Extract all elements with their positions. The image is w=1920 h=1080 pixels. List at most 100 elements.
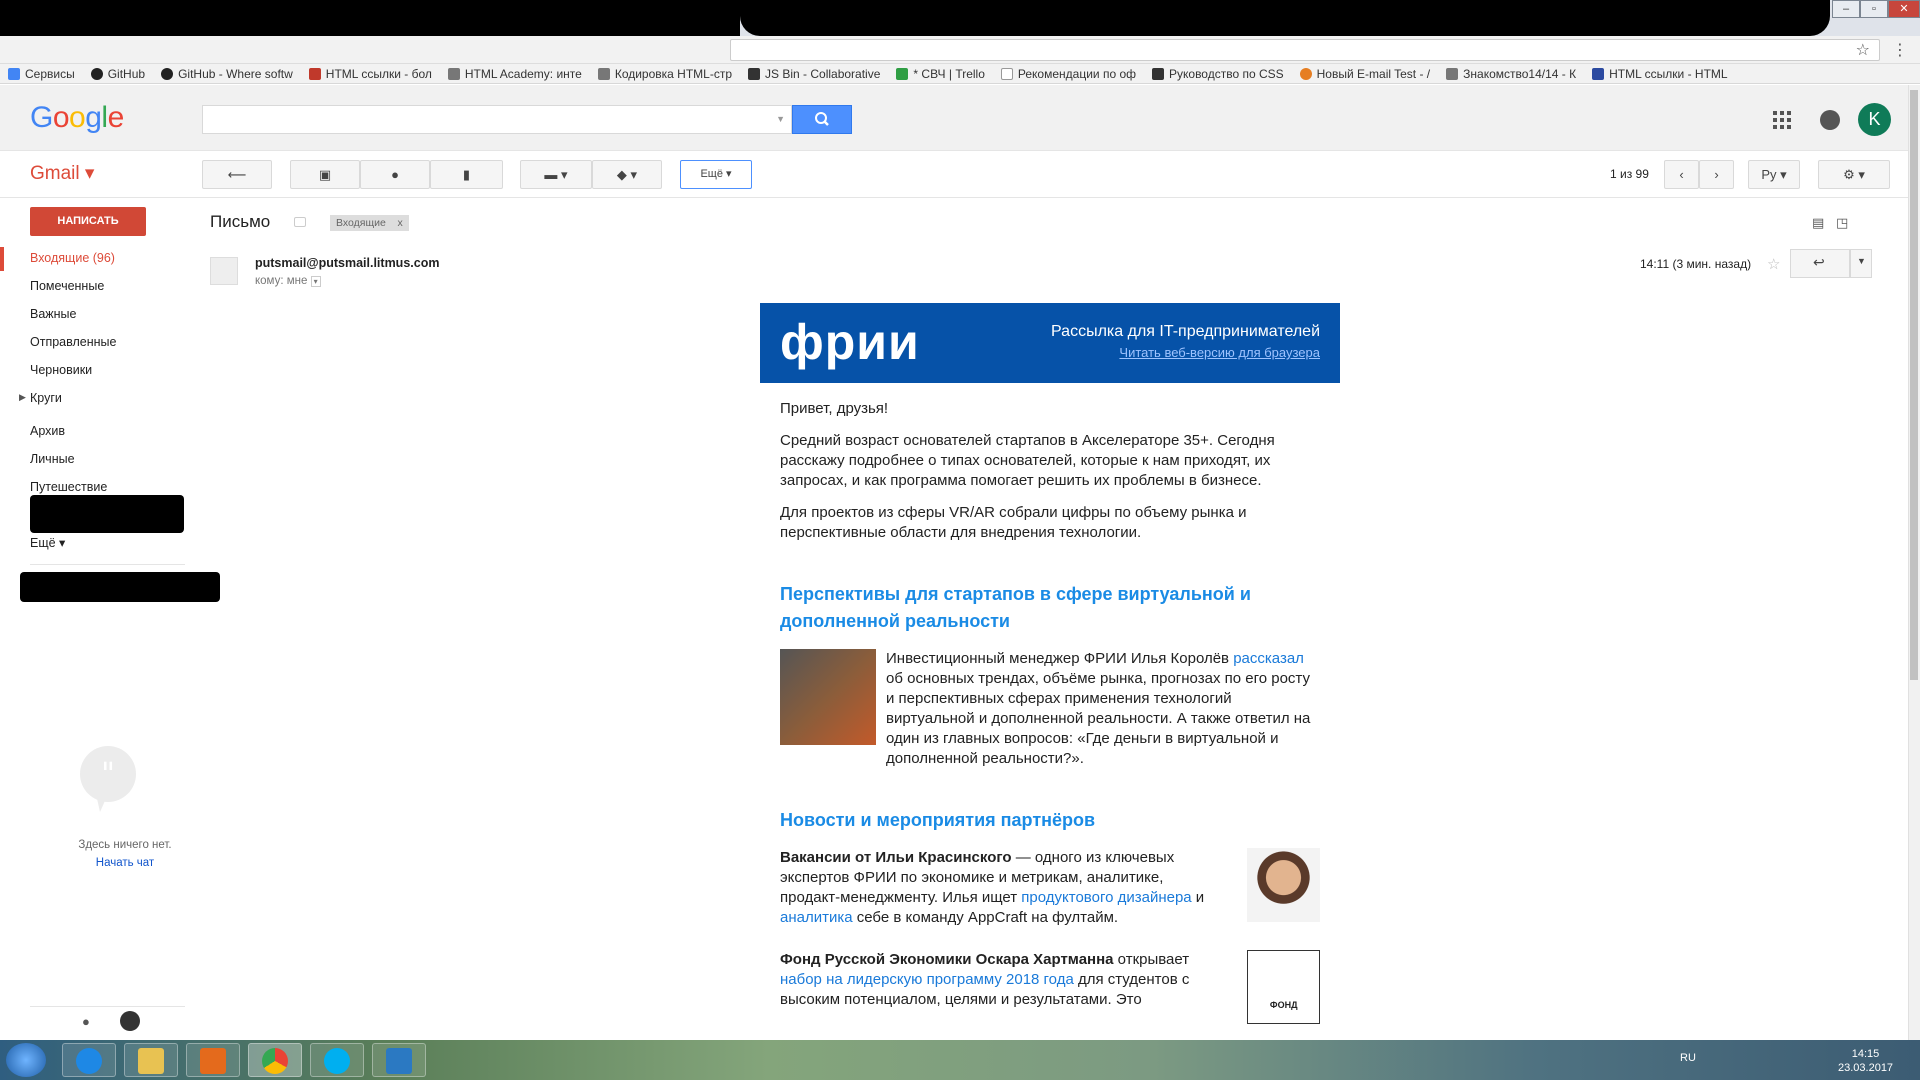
- sidebar-item-circles[interactable]: Круги: [30, 391, 62, 405]
- bookmark-item[interactable]: Кодировка HTML-стр: [590, 67, 740, 81]
- search-input[interactable]: ▼: [202, 105, 792, 134]
- sidebar-item-drafts[interactable]: Черновики: [30, 363, 92, 377]
- settings-button[interactable]: ⚙ ▾: [1818, 160, 1890, 189]
- reply-icon: ↩: [1813, 254, 1825, 270]
- minimize-button[interactable]: –: [1832, 0, 1860, 18]
- message-more-button[interactable]: ▼: [1850, 249, 1872, 278]
- sidebar-item-more[interactable]: Ещё ▾: [30, 535, 65, 550]
- bookmark-item[interactable]: HTML ссылки - бол: [301, 67, 440, 81]
- taskbar-explorer[interactable]: [124, 1043, 178, 1077]
- bookmark-item[interactable]: * СВЧ | Trello: [888, 67, 992, 81]
- browser-menu-icon[interactable]: ⋮: [1892, 40, 1908, 60]
- recipient-line[interactable]: кому: мне ▾: [255, 275, 321, 287]
- taskbar-vscode[interactable]: [372, 1043, 426, 1077]
- redacted-area: [30, 495, 184, 533]
- sidebar-item-starred[interactable]: Помеченные: [30, 279, 104, 293]
- compose-button[interactable]: НАПИСАТЬ: [30, 207, 146, 236]
- move-to-button[interactable]: ▬ ▾: [520, 160, 592, 189]
- keyboard-language[interactable]: RU: [1680, 1052, 1696, 1064]
- scrollbar-thumb[interactable]: [1910, 90, 1918, 680]
- media-player-icon: [200, 1048, 226, 1074]
- sidebar-item-personal[interactable]: Личные: [30, 452, 75, 466]
- start-button[interactable]: [6, 1043, 46, 1077]
- apps-grid-icon: [8, 67, 20, 80]
- details-dropdown-icon[interactable]: ▾: [310, 276, 321, 287]
- reply-button[interactable]: ↩: [1790, 249, 1850, 278]
- bookmark-item[interactable]: Новый E-mail Test - /: [1292, 67, 1439, 81]
- article-link[interactable]: рассказал: [1233, 650, 1304, 667]
- web-version-link[interactable]: Читать веб-версию для браузера: [1119, 345, 1320, 360]
- bookmark-item[interactable]: Сервисы: [0, 67, 83, 81]
- clock[interactable]: 14:15 23.03.2017: [1838, 1047, 1893, 1075]
- product-designer-link[interactable]: продуктового дизайнера: [1021, 889, 1191, 906]
- folder-icon: ▬ ▾: [544, 167, 568, 182]
- star-icon[interactable]: ☆: [1767, 255, 1780, 273]
- notifications-icon[interactable]: [1820, 110, 1840, 130]
- taskbar-media[interactable]: [186, 1043, 240, 1077]
- bookmark-item[interactable]: HTML ссылки - HTML: [1584, 67, 1735, 81]
- older-button[interactable]: ›: [1699, 160, 1734, 189]
- maximize-button[interactable]: ▫: [1860, 0, 1888, 18]
- bookmark-item[interactable]: GitHub - Where softw: [153, 67, 301, 81]
- print-icon[interactable]: ▤: [1812, 215, 1824, 231]
- bookmark-item[interactable]: HTML Academy: инте: [440, 67, 590, 81]
- newer-button[interactable]: ‹: [1664, 160, 1699, 189]
- search-button[interactable]: [792, 105, 852, 134]
- screen: – ▫ ✕ ☆ ⋮ Сервисы GitHub GitHub - Where …: [0, 0, 1920, 1080]
- labels-button[interactable]: ◆ ▾: [592, 160, 662, 189]
- bookmark-label: Новый E-mail Test - /: [1316, 66, 1431, 81]
- banner-title: Рассылка для IT-предпринимателей: [1051, 323, 1320, 340]
- email-banner: фрии Рассылка для IT-предпринимателей Чи…: [760, 303, 1340, 383]
- hangouts-icon[interactable]: [120, 1011, 140, 1031]
- label-chip-inbox[interactable]: Входящие x: [330, 215, 409, 231]
- chevron-left-icon: ‹: [1679, 167, 1684, 182]
- sidebar-item-travel[interactable]: Путешествие: [30, 480, 107, 494]
- redacted-area: [20, 572, 220, 602]
- bookmark-item[interactable]: Рекомендации по оф: [993, 67, 1144, 81]
- new-window-icon[interactable]: ◳: [1836, 215, 1848, 231]
- message-subject: Письмо: [210, 212, 271, 231]
- bookmark-item[interactable]: Руководство по CSS: [1144, 67, 1292, 81]
- bookmark-item[interactable]: Знакомство14/14 - К: [1438, 67, 1584, 81]
- bookmark-item[interactable]: GitHub: [83, 67, 153, 81]
- delete-button[interactable]: ▮: [430, 160, 503, 189]
- gmail-header: Google ▼ K: [0, 85, 1920, 151]
- input-language-button[interactable]: Ру ▾: [1748, 160, 1800, 189]
- start-chat-link[interactable]: Начать чат: [55, 857, 195, 869]
- google-logo[interactable]: Google: [30, 101, 124, 135]
- expand-arrow-icon[interactable]: ▶: [19, 392, 26, 403]
- close-window-button[interactable]: ✕: [1888, 0, 1920, 18]
- tag-icon: ◆ ▾: [616, 167, 638, 182]
- sidebar-item-archive[interactable]: Архив: [30, 424, 65, 438]
- bookmark-item[interactable]: JS Bin - Collaborative: [740, 67, 888, 81]
- analyst-link[interactable]: аналитика: [780, 909, 853, 926]
- active-indicator: [0, 247, 4, 271]
- sidebar-item-inbox[interactable]: Входящие (96): [30, 251, 115, 265]
- sidebar-item-sent[interactable]: Отправленные: [30, 335, 116, 349]
- important-marker-icon[interactable]: [294, 217, 306, 227]
- bookmark-star-icon[interactable]: ☆: [1856, 40, 1870, 60]
- apps-grid-icon[interactable]: [1773, 111, 1791, 129]
- contacts-icon[interactable]: ●: [82, 1014, 90, 1029]
- chat-footer: ●: [30, 1006, 185, 1036]
- avatar[interactable]: K: [1858, 103, 1891, 136]
- search-options-icon[interactable]: ▼: [776, 114, 785, 124]
- report-spam-button[interactable]: ●: [360, 160, 430, 189]
- url-input[interactable]: [730, 39, 1880, 61]
- taskbar-chrome[interactable]: [248, 1043, 302, 1077]
- github-icon: [161, 67, 174, 80]
- gmail-app-switcher[interactable]: Gmail ▾: [30, 162, 94, 185]
- taskbar-skype[interactable]: [310, 1043, 364, 1077]
- vr-headset-image[interactable]: [780, 649, 876, 745]
- more-actions-button[interactable]: Ещё ▾: [680, 160, 752, 189]
- remove-label-icon[interactable]: x: [397, 217, 402, 229]
- taskbar-ie[interactable]: [62, 1043, 116, 1077]
- sidebar-item-important[interactable]: Важные: [30, 307, 77, 321]
- archive-button[interactable]: ▣: [290, 160, 360, 189]
- sender-email[interactable]: putsmail@putsmail.litmus.com: [255, 256, 439, 270]
- leadership-program-link[interactable]: набор на лидерскую программу 2018 года: [780, 971, 1074, 988]
- skype-icon: [324, 1048, 350, 1074]
- section-title-vr[interactable]: Перспективы для стартапов в сфере виртуа…: [780, 581, 1320, 635]
- back-button[interactable]: ⟵: [202, 160, 272, 189]
- bookmark-label: HTML ссылки - HTML: [1609, 66, 1728, 81]
